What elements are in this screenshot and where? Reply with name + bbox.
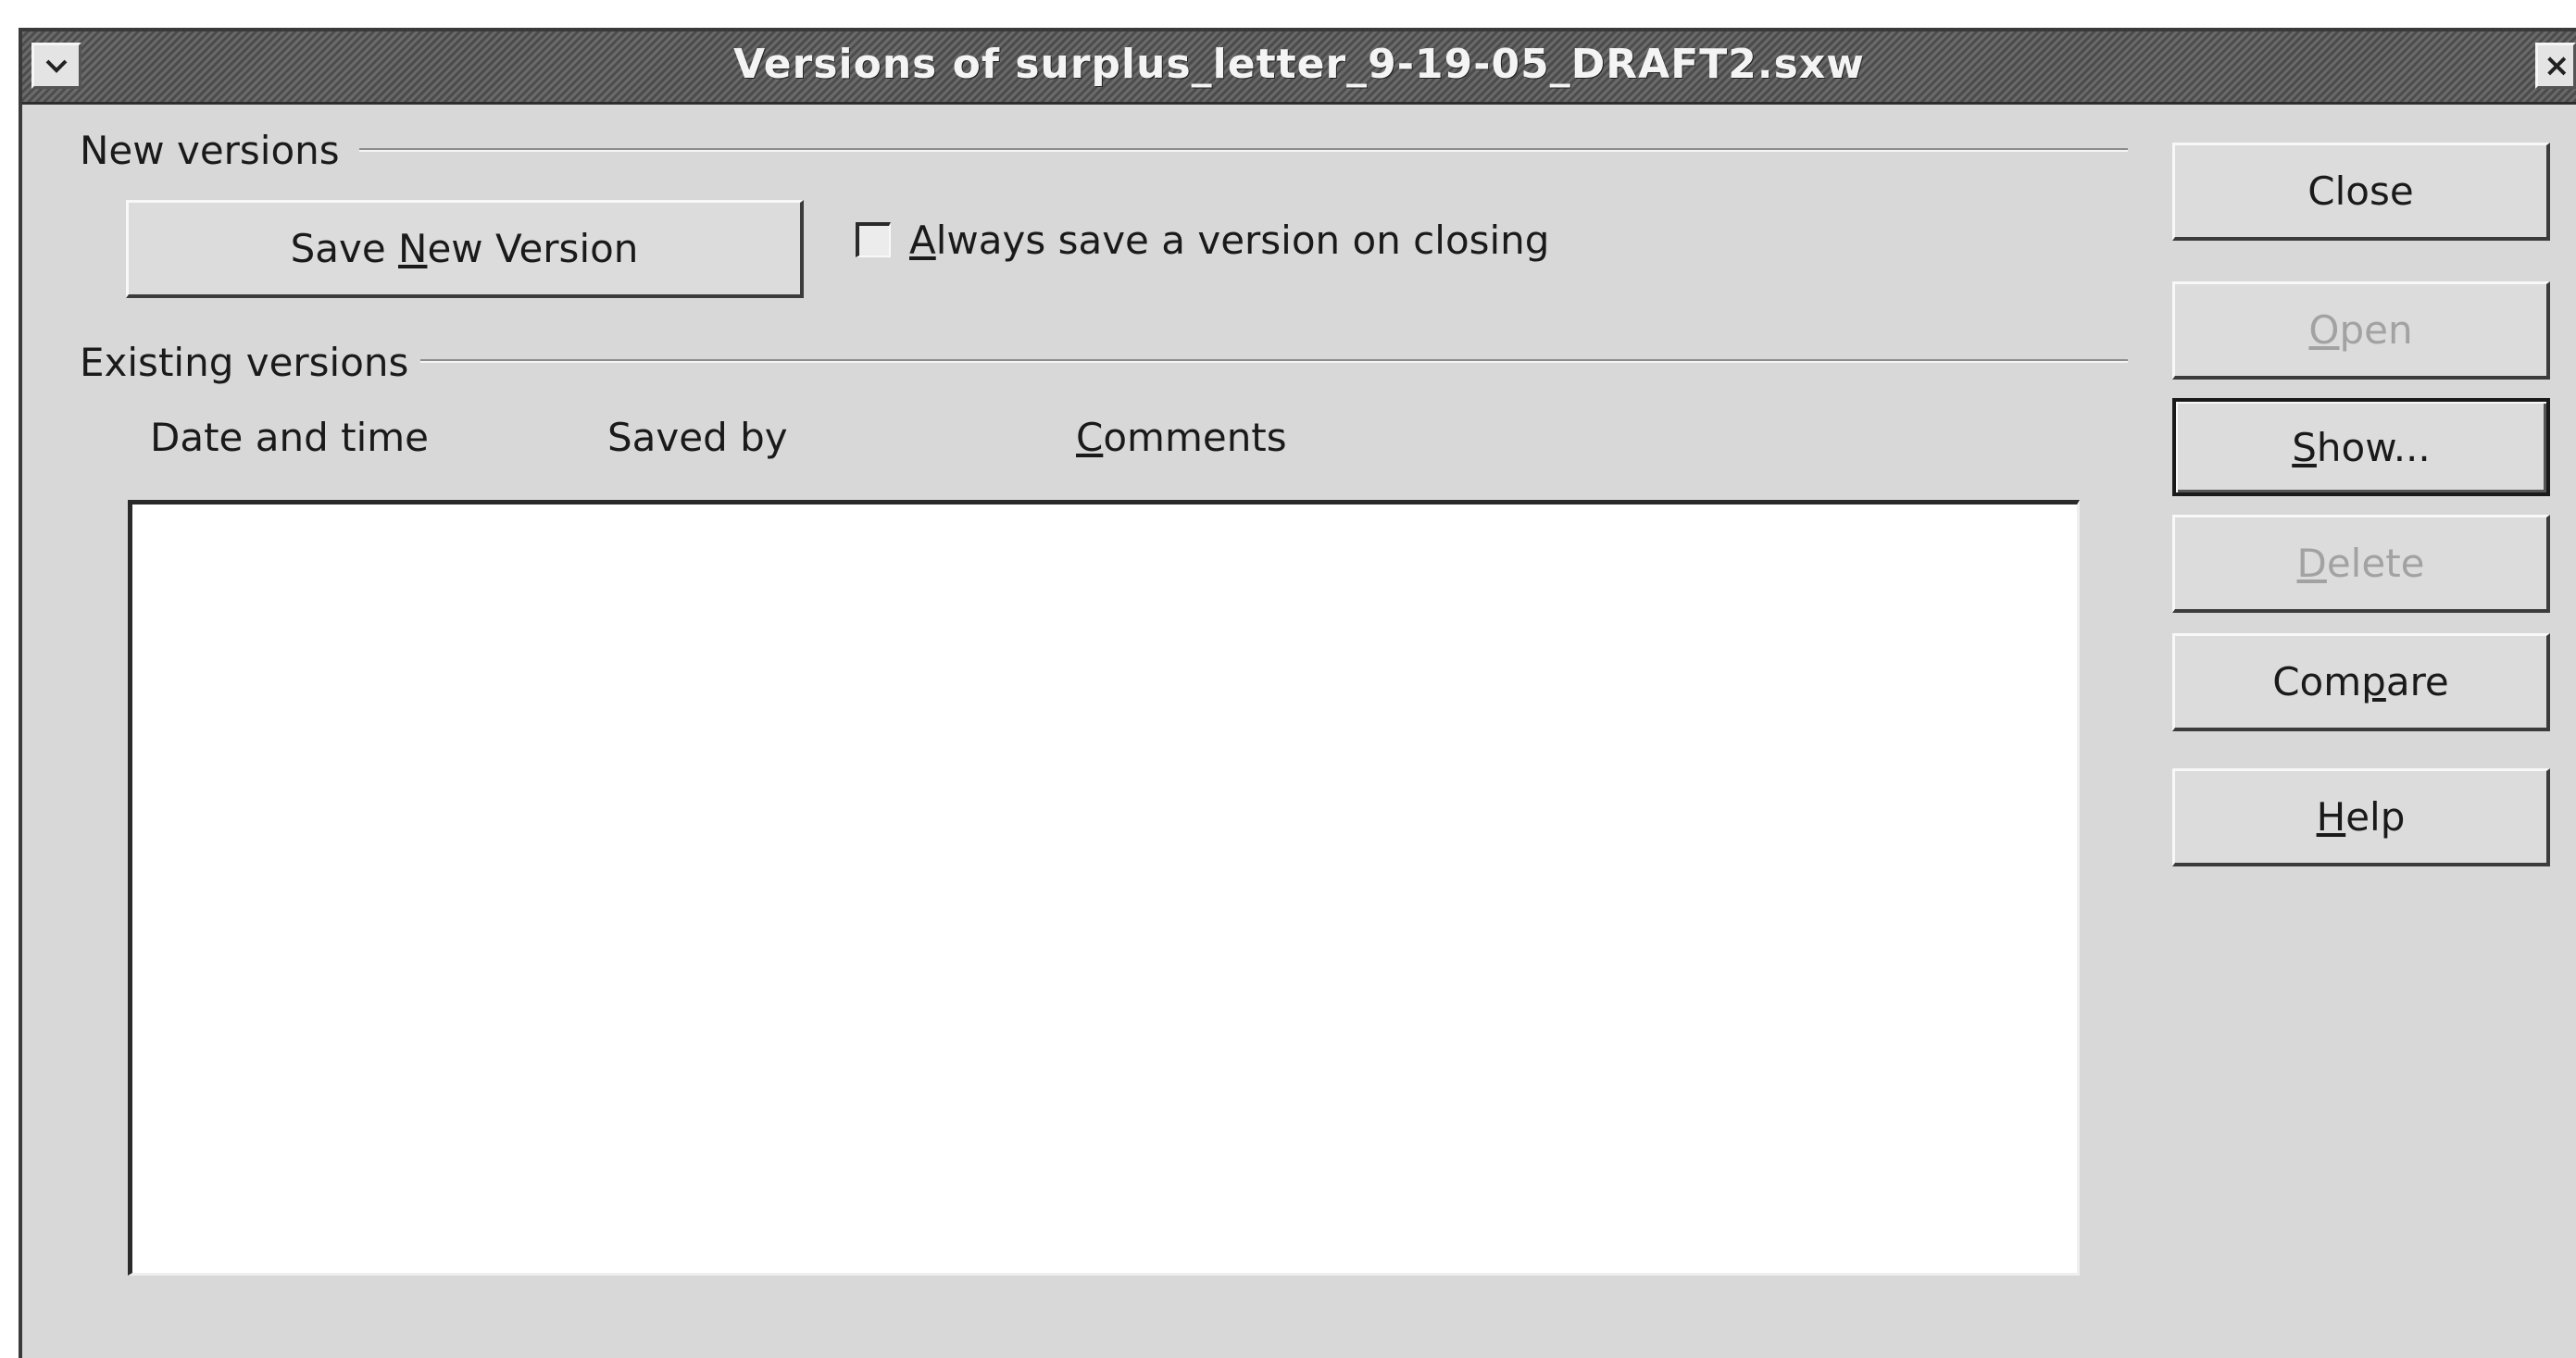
- title-bar[interactable]: Versions of surplus_letter_9-19-05_DRAFT…: [22, 31, 2576, 105]
- compare-button[interactable]: Compare: [2172, 633, 2550, 731]
- column-header-date-and-time: Date and time: [150, 415, 429, 460]
- open-button-label: Open: [2308, 307, 2413, 353]
- column-header-saved-by: Saved by: [607, 415, 788, 460]
- open-button[interactable]: Open: [2172, 281, 2550, 380]
- show-button[interactable]: Show...: [2172, 398, 2550, 496]
- new-versions-divider: [359, 148, 2128, 152]
- close-button-label: Close: [2307, 168, 2414, 214]
- close-button[interactable]: Close: [2172, 143, 2550, 241]
- close-icon: ×: [2544, 47, 2570, 84]
- versions-list[interactable]: [128, 500, 2080, 1276]
- delete-button-label: Delete: [2296, 541, 2425, 586]
- always-save-label[interactable]: Always save a version on closing: [909, 218, 1549, 263]
- window-close-button[interactable]: ×: [2535, 43, 2576, 89]
- help-button-label: Help: [2316, 794, 2406, 840]
- compare-button-label: Compare: [2272, 659, 2449, 704]
- save-new-version-label: Save New Version: [290, 226, 639, 271]
- save-new-version-button[interactable]: Save New Version: [126, 200, 804, 298]
- versions-dialog: Versions of surplus_letter_9-19-05_DRAFT…: [19, 28, 2576, 1358]
- show-button-label: Show...: [2292, 424, 2431, 470]
- always-save-checkbox[interactable]: [856, 222, 891, 257]
- help-button[interactable]: Help: [2172, 768, 2550, 866]
- existing-versions-divider: [420, 359, 2128, 363]
- existing-versions-group-label: Existing versions: [80, 340, 409, 385]
- new-versions-group-label: New versions: [80, 128, 340, 173]
- column-header-comments: Comments: [1076, 415, 1287, 460]
- window-title: Versions of surplus_letter_9-19-05_DRAFT…: [733, 41, 1865, 88]
- delete-button[interactable]: Delete: [2172, 515, 2550, 613]
